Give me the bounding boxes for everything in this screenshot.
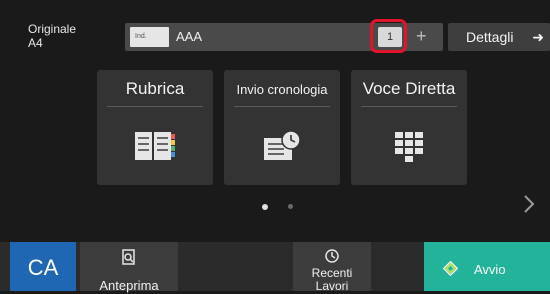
page-dot-active	[262, 204, 268, 210]
clear-all-label: CA	[27, 255, 59, 280]
details-button[interactable]: Dettagli ➜	[448, 23, 550, 51]
original-label: Originale	[28, 22, 77, 36]
clear-all-button[interactable]: CA	[10, 242, 76, 291]
tile-divider	[361, 106, 457, 107]
keypad-icon	[395, 132, 423, 162]
copies-highlight-ring	[370, 19, 407, 53]
address-tag: Ind.	[130, 27, 169, 47]
recent-jobs-button[interactable]: Recenti Lavori	[293, 242, 371, 293]
tile-divider	[107, 106, 203, 107]
recent-label-line2: Lavori	[315, 279, 349, 293]
tile-address-book[interactable]: Rubrica	[97, 70, 213, 185]
tile-label: Voce Diretta	[362, 79, 456, 98]
start-diamond-icon	[443, 261, 458, 276]
address-field[interactable]: Ind. AAA 1 +	[125, 19, 443, 53]
details-label: Dettagli	[466, 29, 514, 45]
add-address-button[interactable]: +	[416, 26, 427, 46]
original-size-value: A4	[28, 36, 43, 50]
page-dot	[288, 204, 293, 209]
tile-send-history[interactable]: Invio cronologia	[224, 70, 340, 185]
tile-label: Rubrica	[125, 79, 185, 98]
tile-divider	[234, 106, 330, 107]
address-book-icon	[135, 132, 175, 160]
tile-label: Invio cronologia	[236, 82, 328, 97]
start-button[interactable]: Avvio	[424, 242, 550, 291]
tile-direct-entry[interactable]: Voce Diretta	[351, 70, 467, 185]
arrow-right-icon: ➜	[532, 29, 544, 45]
address-value: AAA	[176, 29, 203, 44]
chevron-right-icon[interactable]	[522, 193, 536, 215]
preview-button[interactable]: Anteprima	[80, 242, 178, 293]
original-size-indicator[interactable]: Originale A4	[28, 22, 76, 50]
start-label: Avvio	[474, 262, 506, 277]
history-icon	[325, 249, 339, 263]
send-history-icon	[264, 130, 301, 160]
scan-send-screen: Originale A4 Ind. AAA 1 + Dettagli ➜ Rub…	[0, 0, 550, 293]
preview-icon	[122, 249, 135, 265]
recent-jobs-label: Recenti Lavori	[293, 267, 371, 293]
